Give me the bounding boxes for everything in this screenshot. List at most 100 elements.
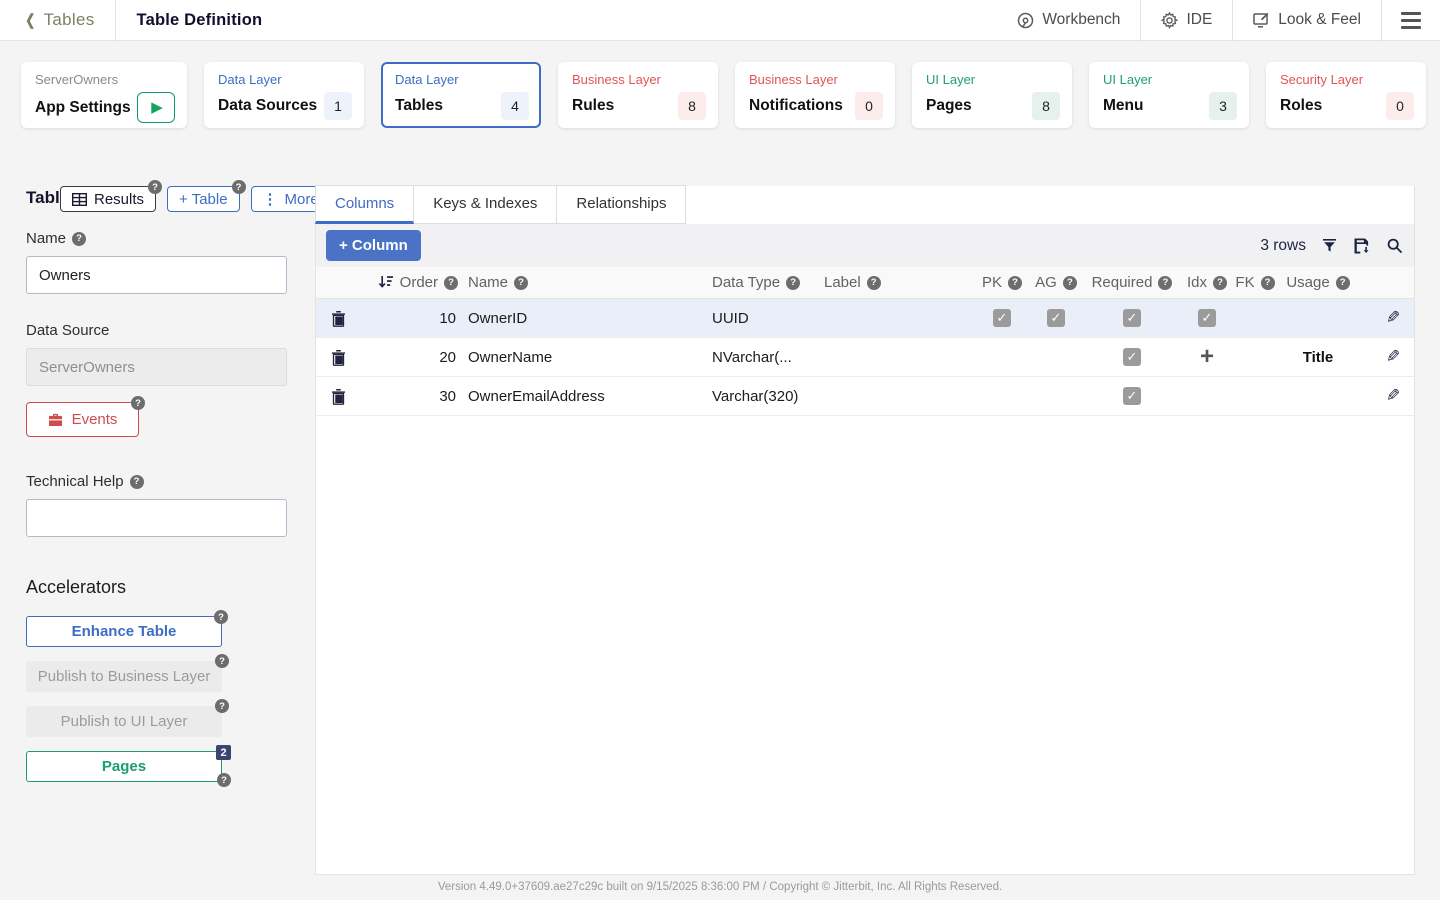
- accelerator-publish-to-business-layer: Publish to Business Layer?: [26, 661, 222, 692]
- help-icon[interactable]: ?: [1336, 276, 1350, 290]
- edit-column-icon[interactable]: ✎: [1386, 347, 1400, 367]
- tab-relationships[interactable]: Relationships: [557, 185, 686, 224]
- card-name: Pages: [926, 97, 972, 115]
- page-title: Table Definition: [116, 11, 263, 30]
- play-icon: ▶: [151, 100, 163, 115]
- add-column-button[interactable]: + Column: [326, 230, 421, 261]
- look-feel-icon: [1253, 12, 1270, 28]
- layer-card-roles[interactable]: Security LayerRoles0: [1266, 62, 1426, 128]
- top-navbar: ❮ Tables Table Definition WorkbenchIDELo…: [0, 0, 1440, 41]
- checkbox-checked[interactable]: ✓: [1047, 309, 1065, 327]
- accelerators-heading: Accelerators: [26, 577, 287, 598]
- filter-icon[interactable]: [1321, 237, 1338, 254]
- help-icon[interactable]: ?: [148, 180, 162, 194]
- layer-card-tables[interactable]: Data LayerTables4: [381, 62, 541, 128]
- add-table-button[interactable]: + Table ?: [167, 186, 240, 212]
- layer-card-notifications[interactable]: Business LayerNotifications0: [735, 62, 895, 128]
- card-layer-label: ServerOwners: [35, 72, 175, 87]
- checkbox-checked[interactable]: ✓: [1123, 387, 1141, 405]
- name-input[interactable]: [26, 256, 287, 294]
- results-button[interactable]: Results ?: [60, 186, 156, 212]
- layer-card-app-settings[interactable]: ServerOwnersApp Settings▶: [21, 62, 187, 128]
- help-icon[interactable]: ?: [1213, 276, 1227, 290]
- technical-help-label: Technical Help: [26, 473, 124, 490]
- card-layer-label: UI Layer: [1103, 72, 1237, 87]
- nav-action-workbench[interactable]: Workbench: [997, 0, 1140, 40]
- layer-card-pages[interactable]: UI LayerPages8: [912, 62, 1072, 128]
- card-layer-label: Business Layer: [572, 72, 706, 87]
- help-icon[interactable]: ?: [72, 232, 86, 246]
- tab-columns[interactable]: Columns: [315, 185, 414, 224]
- help-icon[interactable]: ?: [131, 396, 145, 410]
- layer-card-menu[interactable]: UI LayerMenu3: [1089, 62, 1249, 128]
- hamburger-menu-icon[interactable]: [1382, 0, 1440, 40]
- card-layer-label: Business Layer: [749, 72, 883, 87]
- name-cell: OwnerEmailAddress: [468, 388, 712, 405]
- layer-card-data-sources[interactable]: Data LayerData Sources1: [204, 62, 364, 128]
- help-icon[interactable]: ?: [1063, 276, 1077, 290]
- tab-keys-indexes[interactable]: Keys & Indexes: [414, 185, 557, 224]
- help-icon[interactable]: ?: [217, 773, 231, 787]
- nav-action-look-feel[interactable]: Look & Feel: [1233, 0, 1381, 40]
- column-row-ownerid[interactable]: 10OwnerIDUUID ✓ ✓ ✓ ✓ ✎: [316, 299, 1414, 338]
- nav-action-ide[interactable]: IDE: [1141, 0, 1232, 40]
- back-to-tables-button[interactable]: ❮ Tables: [0, 0, 115, 40]
- sort-icon[interactable]: [378, 275, 394, 290]
- card-name: Notifications: [749, 97, 843, 115]
- columns-table-header: Order?Name?Data Type?Label?PK?AG?Require…: [316, 267, 1414, 299]
- delete-column-icon[interactable]: [316, 349, 360, 366]
- name-cell: OwnerID: [468, 310, 712, 327]
- search-icon[interactable]: [1386, 237, 1403, 254]
- technical-help-input[interactable]: [26, 499, 287, 537]
- help-icon[interactable]: ?: [786, 276, 800, 290]
- columns-toolbar: + Column 3 rows: [316, 224, 1414, 267]
- save-icon[interactable]: [1353, 237, 1371, 254]
- column-row-owneremailaddress[interactable]: 30OwnerEmailAddressVarchar(320)✓✎: [316, 377, 1414, 416]
- card-name: Roles: [1280, 97, 1322, 115]
- columns-table: Order?Name?Data Type?Label?PK?AG?Require…: [316, 267, 1414, 416]
- more-label: More: [285, 191, 319, 208]
- card-layer-label: Data Layer: [218, 72, 352, 87]
- accelerator-pages[interactable]: Pages2?: [26, 751, 222, 782]
- checkbox-checked[interactable]: ✓: [993, 309, 1011, 327]
- edit-column-icon[interactable]: ✎: [1386, 308, 1400, 328]
- help-icon[interactable]: ?: [444, 276, 458, 290]
- back-label: Tables: [44, 10, 95, 30]
- checkbox-checked[interactable]: ✓: [1123, 309, 1141, 327]
- help-icon[interactable]: ?: [1008, 276, 1022, 290]
- order-cell: 20: [360, 349, 468, 366]
- help-icon[interactable]: ?: [514, 276, 528, 290]
- data-type-cell: UUID: [712, 310, 824, 327]
- help-icon[interactable]: ?: [215, 699, 229, 713]
- layer-card-rules[interactable]: Business LayerRules8: [558, 62, 718, 128]
- help-icon[interactable]: ?: [130, 475, 144, 489]
- card-layer-label: UI Layer: [926, 72, 1060, 87]
- delete-column-icon[interactable]: [316, 310, 360, 327]
- help-icon[interactable]: ?: [215, 654, 229, 668]
- edit-column-icon[interactable]: ✎: [1386, 386, 1400, 406]
- table-definition-panel: ColumnsKeys & IndexesRelationships + Col…: [315, 186, 1415, 875]
- order-cell: 10: [360, 310, 468, 327]
- events-button[interactable]: Events ?: [26, 402, 139, 437]
- data-source-input: [26, 348, 287, 386]
- add-table-label: + Table: [179, 191, 228, 208]
- data-type-cell: Varchar(320): [712, 388, 824, 405]
- help-icon[interactable]: ?: [1158, 276, 1172, 290]
- run-app-button[interactable]: ▶: [137, 92, 175, 123]
- column-row-ownername[interactable]: 20OwnerNameNVarchar(...✓+Title✎: [316, 338, 1414, 377]
- checkbox-checked[interactable]: ✓: [1198, 309, 1216, 327]
- help-icon[interactable]: ?: [232, 180, 246, 194]
- help-icon[interactable]: ?: [1261, 276, 1275, 290]
- data-source-label: Data Source: [26, 322, 109, 339]
- accelerators-list: Enhance Table? Publish to Business Layer?…: [26, 616, 287, 782]
- delete-column-icon[interactable]: [316, 388, 360, 405]
- count-badge: 2: [216, 745, 231, 760]
- add-index-icon[interactable]: +: [1200, 345, 1214, 369]
- help-icon[interactable]: ?: [867, 276, 881, 290]
- rows-count: 3 rows: [1260, 237, 1306, 255]
- help-icon[interactable]: ?: [214, 610, 228, 624]
- results-label: Results: [94, 191, 144, 208]
- navbar-actions: WorkbenchIDELook & Feel: [997, 0, 1381, 40]
- accelerator-enhance-table[interactable]: Enhance Table?: [26, 616, 222, 647]
- checkbox-checked[interactable]: ✓: [1123, 348, 1141, 366]
